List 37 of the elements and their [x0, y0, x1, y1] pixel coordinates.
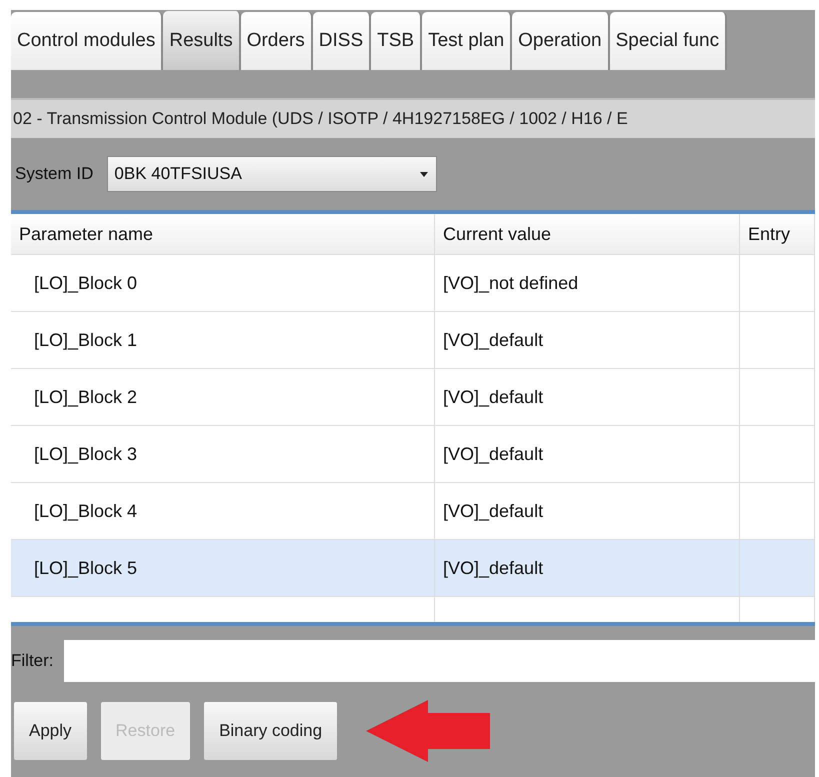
table-row[interactable]: [LO]_Block 2 [VO]_default	[11, 369, 815, 426]
table-row[interactable]: [LO]_Block 1 [VO]_default	[11, 312, 815, 369]
tab[interactable]: TSB	[371, 12, 422, 70]
module-title: 02 - Transmission Control Module (UDS / ISOTP / 4H1927158EG / 1002 / H16 / E	[11, 100, 815, 138]
column-header[interactable]: Current value	[435, 214, 740, 254]
tab[interactable]: DISS	[312, 12, 372, 70]
current-value: [VO]_default	[435, 483, 740, 539]
table-row[interactable]: [LO]_Block 4 [VO]_default	[11, 483, 815, 540]
current-value: [VO]_default	[435, 369, 740, 425]
filter-label: Filter:	[11, 651, 54, 671]
parameter-name: [LO]_Block 2	[11, 369, 435, 425]
tab[interactable]: Orders	[240, 12, 313, 70]
tab[interactable]: Control modules	[11, 12, 164, 70]
parameter-name: [LO]_Block 5	[11, 540, 435, 596]
system-id-dropdown[interactable]: 0BK 40TFSIUSA	[107, 156, 438, 192]
tab[interactable]: Operation	[512, 12, 610, 70]
current-value: [VO]_default	[435, 426, 740, 482]
table-row[interactable]: [LO]_Block 0 [VO]_not defined	[11, 255, 815, 312]
tab[interactable]: Special func	[610, 12, 728, 70]
tab[interactable]: Results	[163, 11, 241, 70]
current-value: [VO]_default	[435, 312, 740, 368]
parameter-name: [LO]_Block 4	[11, 483, 435, 539]
current-value: [VO]_not defined	[435, 255, 740, 311]
table-row[interactable]: [LO]_Block 3 [VO]_default	[11, 426, 815, 483]
current-value: [VO]_default	[435, 540, 740, 596]
filter-field[interactable]	[64, 640, 815, 682]
table-row[interactable]: [LO]_Block 5 [VO]_default	[11, 540, 815, 597]
column-header[interactable]: Entry	[740, 214, 815, 254]
tab[interactable]: Test plan	[422, 12, 512, 70]
parameter-name: [LO]_Block 0	[11, 255, 435, 311]
column-header[interactable]: Parameter name	[11, 214, 435, 254]
parameter-name: [LO]_Block 3	[11, 426, 435, 482]
parameter-name: [LO]_Block 1	[11, 312, 435, 368]
action-button[interactable]: Apply	[13, 701, 88, 761]
caret-icon	[420, 172, 428, 176]
system-id-label: System ID	[15, 164, 94, 184]
action-button[interactable]: Binary coding	[203, 701, 338, 761]
